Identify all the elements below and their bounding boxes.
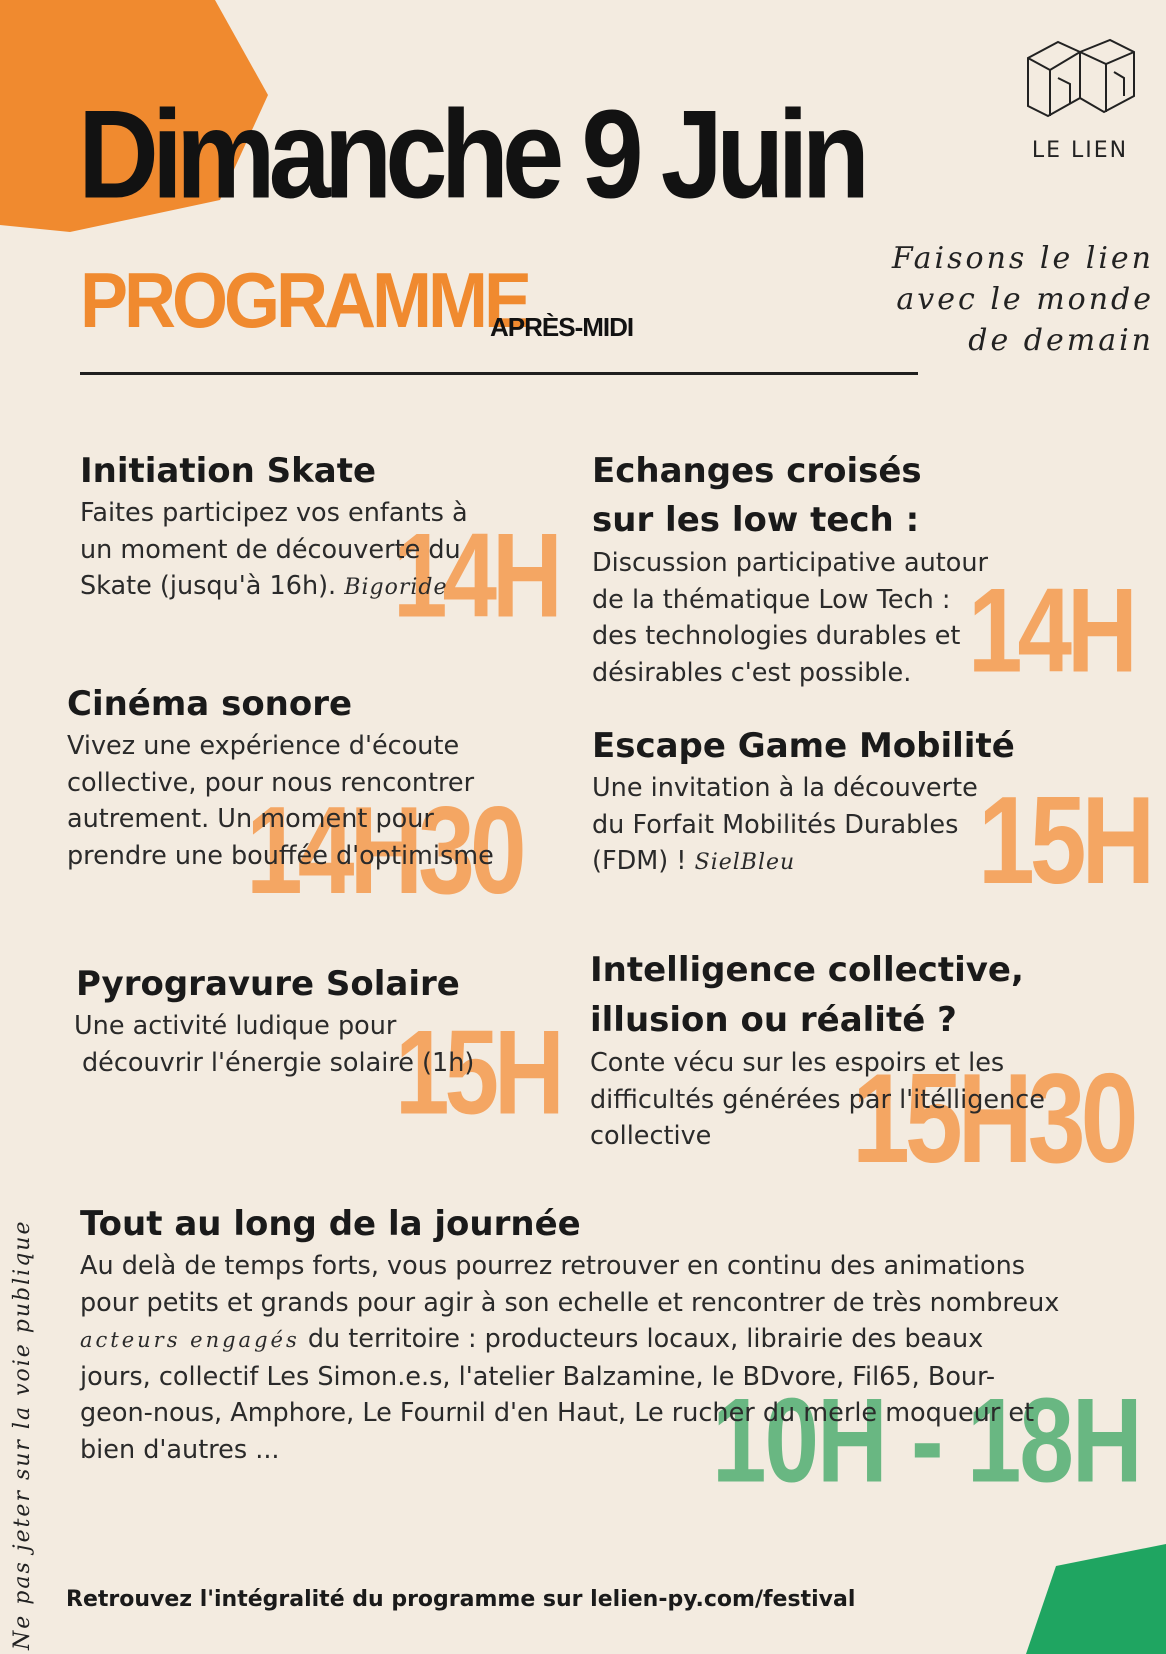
allday-text-line: bien d'autres ... (80, 1434, 280, 1465)
event-description-line: prendre une bouffée d'optimisme (67, 840, 494, 871)
partner-signature: SielBleu (694, 850, 796, 876)
event-description-line: Skate (jusqu'à 16h). (80, 571, 337, 602)
allday-text-line: geon-nous, Amphore, Le Fournil d'en Haut… (80, 1398, 1035, 1429)
allday-section: Tout au long de la journée Au delà de te… (80, 1200, 1059, 1468)
header-divider (80, 372, 918, 375)
event-description-line: désirables c'est possible. (592, 657, 912, 688)
period-label: APRÈS-MIDI (490, 312, 634, 342)
event-title: illusion ou réalité ? (590, 1000, 957, 1040)
event-description-line: (FDM) ! (592, 846, 687, 877)
allday-text-line: Au delà de temps forts, vous pourrez ret… (80, 1251, 1026, 1282)
tagline-line: avec le monde (896, 282, 1154, 317)
event-description-line: Une invitation à la découverte (592, 773, 978, 804)
partner-signature: Bigoride (344, 575, 448, 601)
event-description-line: collective (590, 1121, 712, 1151)
event-description-line: un moment de découverte du (80, 534, 461, 565)
event-title: sur les low tech : (592, 500, 920, 540)
side-note: Ne pas jeter sur la voie publique (10, 1219, 35, 1650)
event-lowtech: Echanges croisés sur les low tech : Disc… (592, 447, 988, 691)
allday-text-line: pour petits et grands pour agir à son ec… (80, 1287, 1060, 1318)
tagline-line: de demain (968, 323, 1154, 358)
allday-text-line: du territoire : producteurs locaux, libr… (299, 1324, 984, 1355)
event-escape-game: Escape Game Mobilité Une invitation à la… (592, 722, 1015, 882)
allday-script-text: acteurs engagés (80, 1328, 300, 1353)
event-title: Echanges croisés (592, 451, 922, 491)
event-title: Cinéma sonore (67, 684, 353, 724)
event-description-line: découvrir l'énergie solaire (1h) (82, 1047, 475, 1078)
event-description-line: difficultés générées par l'itélligence (590, 1084, 1045, 1115)
event-description-line: des technologies durables et (592, 621, 961, 651)
tagline: Faisons le lien avec le monde de demain (892, 238, 1154, 361)
event-cinema: Cinéma sonore Vivez une expérience d'éco… (67, 680, 494, 874)
footer-text: Retrouvez l'intégralité du programme sur… (66, 1587, 856, 1612)
event-time: 14H (968, 562, 1138, 697)
page-title: Dimanche 9 Juin (78, 84, 870, 225)
event-title: Escape Game Mobilité (592, 726, 1015, 766)
logo-text: LE LIEN (1031, 138, 1129, 163)
event-description-line: Conte vécu sur les espoirs et les (590, 1048, 1005, 1078)
event-title: Intelligence collective, (590, 950, 1024, 990)
event-skate: Initiation Skate Faites participez vos e… (80, 447, 468, 607)
event-pyrogravure: Pyrogravure Solaire Une activité ludique… (74, 960, 474, 1081)
event-description-line: du Forfait Mobilités Durables (592, 809, 959, 840)
event-description-line: collective, pour nous rencontrer (67, 767, 475, 798)
event-description-line: Faites participez vos enfants à (80, 498, 468, 529)
event-description-line: Une activité ludique pour (74, 1011, 397, 1042)
event-intelligence-collective: Intelligence collective, illusion ou réa… (590, 945, 1045, 1155)
allday-title: Tout au long de la journée (80, 1204, 581, 1244)
event-title: Pyrogravure Solaire (76, 964, 460, 1004)
tagline-line: Faisons le lien (891, 241, 1154, 276)
green-corner-shape (1026, 1544, 1166, 1654)
programme-heading: PROGRAMME (80, 257, 532, 345)
event-description-line: Vivez une expérience d'écoute (67, 731, 460, 762)
allday-text-line: jours, collectif Les Simon.e.s, l'atelie… (80, 1361, 996, 1392)
event-description-line: autrement. Un moment pour (67, 804, 434, 835)
event-title: Initiation Skate (80, 451, 377, 491)
event-description-line: de la thématique Low Tech : (592, 584, 951, 615)
event-description-line: Discussion participative autour (592, 548, 989, 578)
